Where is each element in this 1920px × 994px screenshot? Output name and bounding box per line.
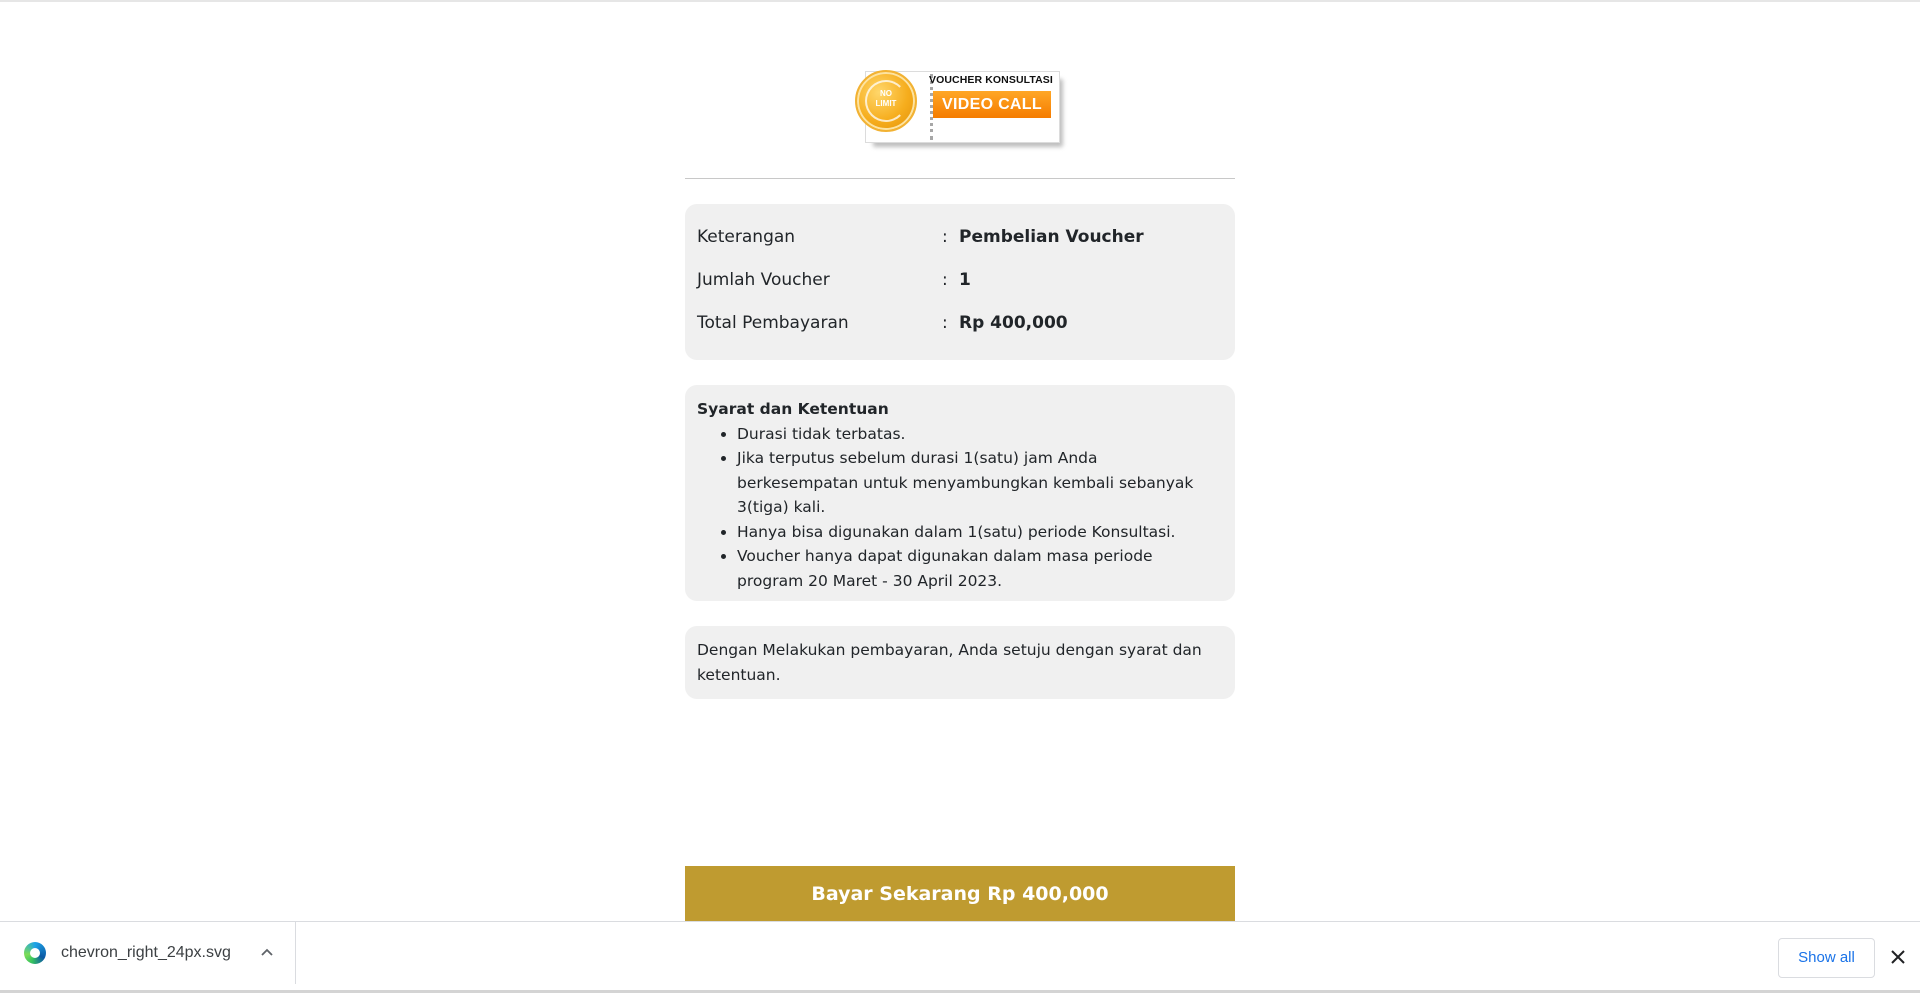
show-all-button[interactable]: Show all [1778,938,1875,978]
logo-title: VOUCHER KONSULTASI [929,74,1053,86]
terms-item: Durasi tidak terbatas. [737,422,1223,447]
badge-text: NO LIMIT [857,89,915,109]
summary-label: Jumlah Voucher [697,270,830,290]
logo-pill: VIDEO CALL [933,91,1051,118]
divider [685,178,1235,179]
download-file-name: chevron_right_24px.svg [61,944,231,961]
no-limit-badge: NO LIMIT [855,70,917,132]
order-summary-card: Keterangan : Pembelian Voucher Jumlah Vo… [685,204,1235,360]
download-item[interactable]: chevron_right_24px.svg [0,922,296,984]
summary-separator: : [942,270,948,290]
summary-label: Total Pembayaran [697,313,849,333]
browser-top-border [0,0,1920,2]
terms-card: Syarat dan Ketentuan Durasi tidak terbat… [685,385,1235,601]
badge-line-1: NO [880,89,892,98]
summary-separator: : [942,227,948,247]
agreement-card: Dengan Melakukan pembayaran, Anda setuju… [685,626,1235,699]
agreement-text: Dengan Melakukan pembayaran, Anda setuju… [697,641,1202,684]
terms-list: Durasi tidak terbatas. Jika terputus seb… [697,422,1223,594]
summary-value: Rp 400,000 [959,313,1068,333]
summary-value: Pembelian Voucher [959,227,1144,247]
terms-item: Jika terputus sebelum durasi 1(satu) jam… [737,446,1223,520]
close-icon[interactable] [1889,948,1907,966]
terms-item: Hanya bisa digunakan dalam 1(satu) perio… [737,520,1223,545]
summary-separator: : [942,313,948,333]
chevron-up-icon[interactable] [257,940,277,964]
summary-value: 1 [959,270,971,290]
badge-line-2: LIMIT [875,99,897,108]
terms-title: Syarat dan Ketentuan [697,400,889,418]
download-shelf: chevron_right_24px.svg Show all [0,921,1920,994]
edge-icon [24,942,46,964]
pay-now-button[interactable]: Bayar Sekarang Rp 400,000 [685,866,1235,922]
terms-item: Voucher hanya dapat digunakan dalam masa… [737,544,1223,593]
voucher-logo: NO LIMIT VOUCHER KONSULTASI VIDEO CALL [855,67,1075,153]
summary-label: Keterangan [697,227,796,247]
